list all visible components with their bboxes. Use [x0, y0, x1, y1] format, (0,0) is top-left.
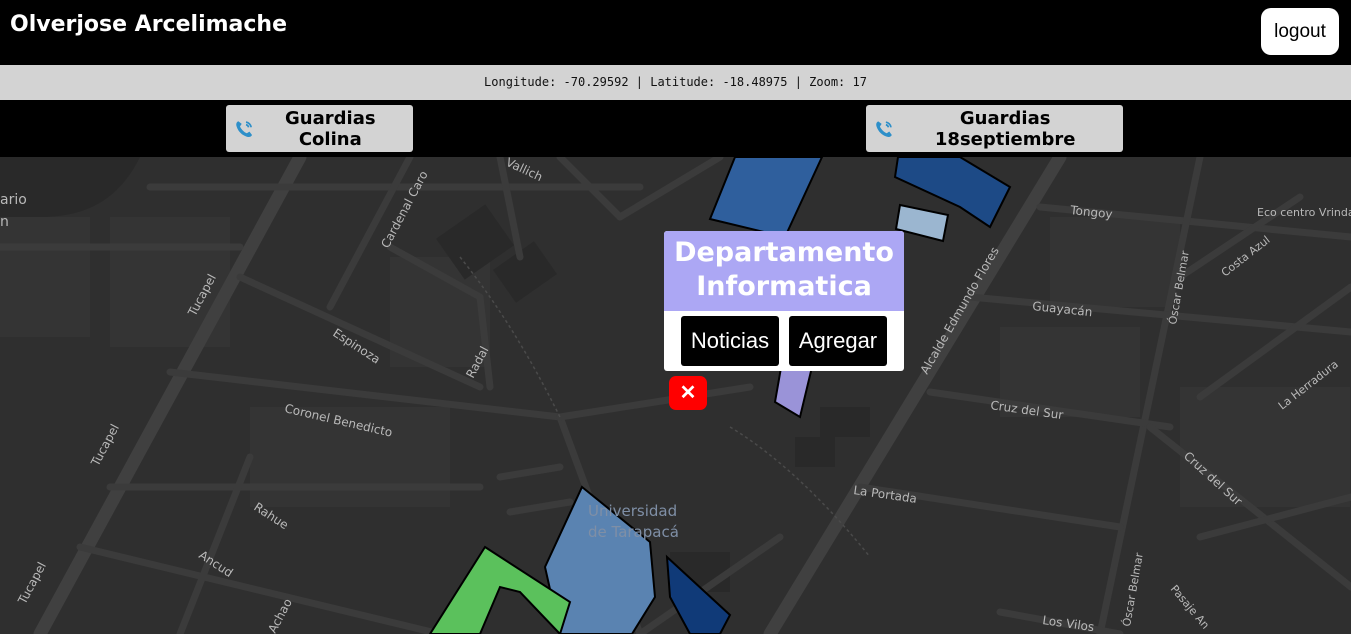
- header: Olverjose Arcelimache logout: [0, 0, 1351, 65]
- popup-title-line1: Departamento: [674, 237, 894, 268]
- guardias-colina-label: Guardias Colina: [285, 107, 376, 150]
- map-label-ario: ario: [0, 192, 27, 208]
- map-label-universidad: Universidad: [588, 502, 677, 520]
- popup-title: Departamento Informatica: [664, 231, 904, 311]
- popup-title-line2: Informatica: [696, 271, 872, 302]
- phone-icon: [236, 120, 253, 137]
- svg-text:n: n: [0, 214, 9, 230]
- news-button[interactable]: Noticias: [681, 316, 779, 366]
- department-popup: Departamento Informatica Noticias Agrega…: [664, 231, 904, 371]
- map-label-eco-centro: Eco centro Vrinda: [1257, 206, 1351, 219]
- guardias-18septiembre-button[interactable]: Guardias 18septiembre: [866, 105, 1123, 152]
- user-name: Olverjose Arcelimache: [10, 12, 287, 37]
- guardias-colina-button[interactable]: Guardias Colina: [226, 105, 413, 152]
- logout-button[interactable]: logout: [1261, 8, 1339, 55]
- guardias-18septiembre-label: Guardias 18septiembre: [934, 107, 1076, 150]
- coordinates-bar: Longitude: -70.29592 | Latitude: -18.489…: [0, 65, 1351, 100]
- guard-bar: Guardias Colina Guardias 18septiembre: [0, 100, 1351, 157]
- close-icon[interactable]: ✕: [669, 376, 707, 410]
- map[interactable]: ario n Tucapel Tucapel Tucapel Cardenal …: [0, 157, 1351, 634]
- phone-icon: [876, 120, 892, 137]
- map-label-tarapaca: de Tarapacá: [588, 523, 679, 541]
- add-button[interactable]: Agregar: [789, 316, 887, 366]
